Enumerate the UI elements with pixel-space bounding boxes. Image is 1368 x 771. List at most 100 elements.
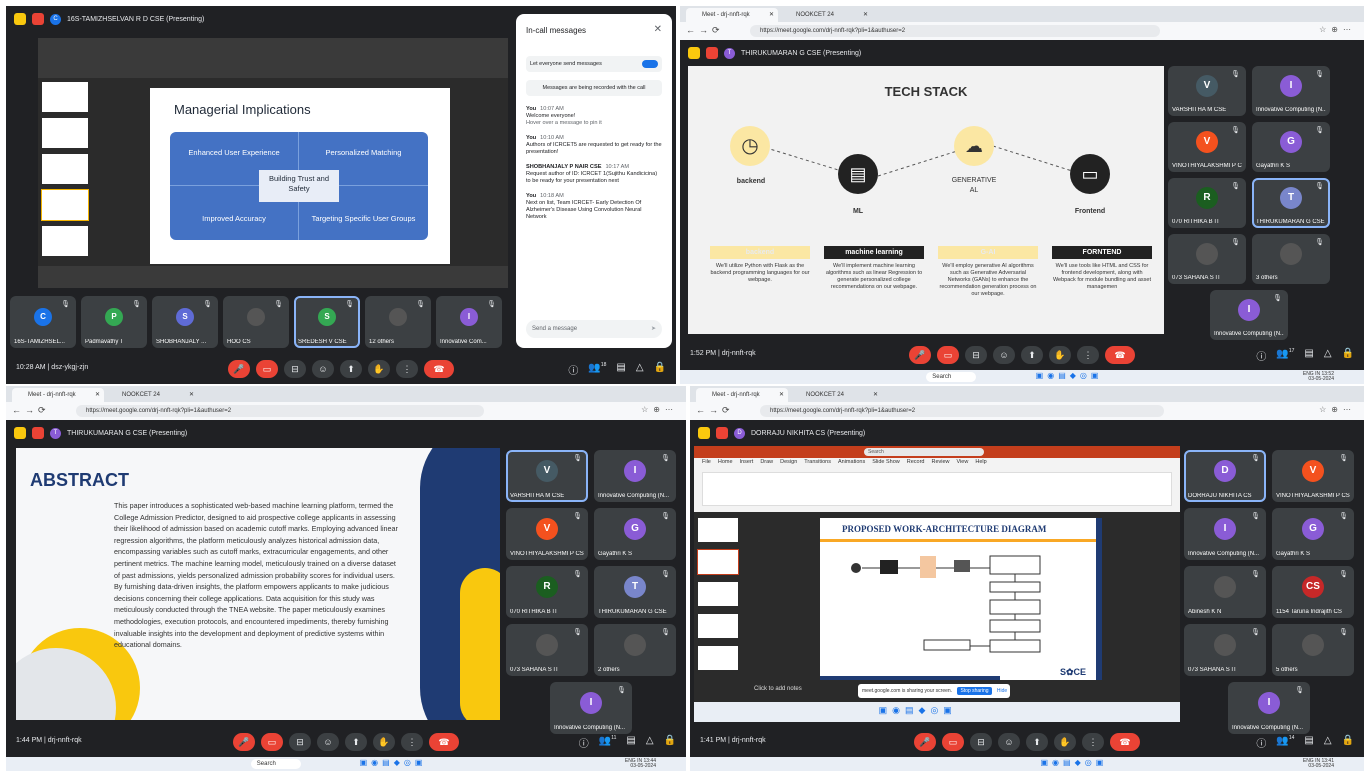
emoji-button[interactable]: ☺ (998, 733, 1020, 751)
stop-sharing-button[interactable]: Stop sharing (957, 687, 992, 695)
ppt-menu-item[interactable]: Help (975, 459, 986, 465)
nav-buttons[interactable]: ←→⟳ (686, 25, 724, 36)
ppt-menu-item[interactable]: Insert (740, 459, 754, 465)
participant-tile[interactable]: 3 others 🎙 (1252, 234, 1330, 284)
mic-button[interactable]: 🎤 (228, 360, 250, 378)
close-tab-icon[interactable]: ✕ (769, 8, 774, 22)
send-icon[interactable]: ➤ (651, 320, 656, 338)
record-icon[interactable] (32, 427, 44, 439)
activities-icon[interactable]: △ (1324, 735, 1332, 750)
hand-icon[interactable] (14, 13, 26, 25)
ppt-menu-item[interactable]: Draw (760, 459, 773, 465)
participant-tile[interactable]: T THIRUKUMARAN G CSE 🎙 (1252, 178, 1330, 228)
close-icon[interactable]: ✕ (654, 24, 662, 35)
mic-button[interactable]: 🎤 (909, 346, 931, 364)
info-icon[interactable]: ⓘ (1256, 348, 1266, 363)
browser-tab[interactable]: Meet - drj-nnft-rqk ✕ (696, 388, 788, 402)
taskbar-app-icons[interactable]: ▣◉▤◆◎▣ (1036, 371, 1103, 380)
hand-icon[interactable] (698, 427, 710, 439)
ppt-menu-item[interactable]: Animations (838, 459, 865, 465)
taskbar-app-icons[interactable]: ▣◉▤◆◎▣ (879, 705, 957, 716)
close-tab-icon[interactable]: ✕ (863, 8, 868, 22)
raise-hand-button[interactable]: ✋ (373, 733, 395, 751)
close-tab-icon[interactable]: ✕ (873, 388, 878, 402)
present-button[interactable]: ⬆ (1026, 733, 1048, 751)
taskbar-app-icons[interactable]: ▣◉▤◆◎▣ (1040, 758, 1107, 767)
camera-button[interactable]: ▭ (937, 346, 959, 364)
camera-button[interactable]: ▭ (261, 733, 283, 751)
participant-tile[interactable]: I Innovative Computing (N... 🎙 (1210, 290, 1288, 340)
activities-icon[interactable]: △ (636, 362, 644, 377)
raise-hand-button[interactable]: ✋ (1049, 346, 1071, 364)
lock-icon[interactable]: 🔒 (1342, 348, 1354, 363)
raise-hand-button[interactable]: ✋ (1054, 733, 1076, 751)
address-bar[interactable]: https://meet.google.com/drj-nnft-rqk?pli… (750, 25, 1161, 37)
participant-tile[interactable]: G Gayathri K S 🎙 (594, 508, 676, 560)
taskbar-search[interactable]: Search (926, 372, 977, 382)
info-icon[interactable]: ⓘ (568, 362, 578, 377)
taskbar-clock[interactable]: ENG IN 13:44 03-05-2024 (625, 759, 656, 769)
toggle-switch[interactable] (642, 60, 658, 68)
address-bar[interactable]: https://meet.google.com/drj-nnft-rqk?pli… (760, 405, 1165, 417)
nav-buttons[interactable]: ←→⟳ (12, 405, 50, 416)
browser-tab[interactable]: Meet - drj-nnft-rqk ✕ (12, 388, 104, 402)
hand-icon[interactable] (688, 47, 700, 59)
participant-tile[interactable]: 5 others 🎙 (1272, 624, 1354, 676)
hide-button[interactable]: Hide (997, 688, 1007, 694)
address-bar[interactable]: https://meet.google.com/drj-nnft-rqk?pli… (76, 405, 484, 417)
participant-tile[interactable]: I Innovative Computing (N... 🎙 (1184, 508, 1266, 560)
leave-call-button[interactable]: ☎ (1110, 733, 1140, 751)
chat-icon[interactable]: ▤ (1304, 735, 1313, 750)
taskbar-clock[interactable]: ENG IN 13:41 03-05-2024 (1303, 759, 1334, 769)
participant-tile[interactable]: G Gayathri K S 🎙 (1252, 122, 1330, 172)
ppt-menu-item[interactable]: View (957, 459, 969, 465)
close-tab-icon[interactable]: ✕ (779, 388, 784, 402)
participant-tile[interactable]: V VINOTHIYALAKSHMI P CSE 🎙 (1168, 122, 1246, 172)
participant-tile[interactable]: G Gayathri K S 🎙 (1272, 508, 1354, 560)
participant-tile[interactable]: C 16S-TAMIZHSEL... 🎙 (10, 296, 76, 348)
present-button[interactable]: ⬆ (1021, 346, 1043, 364)
close-tab-icon[interactable]: ✕ (189, 388, 194, 402)
close-tab-icon[interactable]: ✕ (95, 388, 100, 402)
ppt-menu-item[interactable]: Design (780, 459, 797, 465)
participant-tile[interactable]: Abinesh K N 🎙 (1184, 566, 1266, 618)
notes-placeholder[interactable]: Click to add notes (754, 686, 802, 692)
browser-tab[interactable]: Meet - drj-nnft-rqk ✕ (686, 8, 778, 22)
participant-tile[interactable]: 073 SAHANA S IT 🎙 (506, 624, 588, 676)
browser-tab[interactable]: NOOKCET 24 ✕ (106, 388, 198, 402)
taskbar-search[interactable]: Search (250, 759, 301, 769)
people-icon[interactable]: 👥14 (1276, 735, 1294, 750)
ppt-menu-item[interactable]: File (702, 459, 711, 465)
taskbar-clock[interactable]: ENG IN 13:52 03-05-2024 (1303, 372, 1334, 382)
lock-icon[interactable]: 🔒 (654, 362, 666, 377)
record-icon[interactable] (706, 47, 718, 59)
participant-tile[interactable]: I Innovative Computing (N... 🎙 (594, 450, 676, 502)
more-options-button[interactable]: ⋮ (396, 360, 418, 378)
hand-icon[interactable] (14, 427, 26, 439)
slide-thumbnails[interactable] (41, 82, 89, 272)
mic-button[interactable]: 🎤 (233, 733, 255, 751)
captions-button[interactable]: ⊟ (284, 360, 306, 378)
info-icon[interactable]: ⓘ (579, 735, 589, 750)
people-icon[interactable]: 👥18 (588, 362, 606, 377)
participant-tile[interactable]: I Innovative Computing (N... 🎙 (1252, 66, 1330, 116)
participant-tile[interactable]: D DORRAJU NIKHITA CS 🎙 (1184, 450, 1266, 502)
nav-buttons[interactable]: ←→⟳ (696, 405, 734, 416)
browser-tab[interactable]: NOOKCET 24 ✕ (790, 388, 882, 402)
participant-tile[interactable]: V VARSHITHA M CSE 🎙 (506, 450, 588, 502)
raise-hand-button[interactable]: ✋ (368, 360, 390, 378)
more-options-button[interactable]: ⋮ (1077, 346, 1099, 364)
participant-tile[interactable]: I Innovative Com... 🎙 (436, 296, 502, 348)
captions-button[interactable]: ⊟ (289, 733, 311, 751)
captions-button[interactable]: ⊟ (970, 733, 992, 751)
participant-tile[interactable]: V VINOTHIYALAKSHMI P CSE 🎙 (1272, 450, 1354, 502)
emoji-button[interactable]: ☺ (993, 346, 1015, 364)
people-icon[interactable]: 👥17 (1276, 348, 1294, 363)
extension-icons[interactable]: ☆⊕⋯ (641, 405, 678, 414)
emoji-button[interactable]: ☺ (317, 733, 339, 751)
captions-button[interactable]: ⊟ (965, 346, 987, 364)
taskbar-app-icons[interactable]: ▣◉▤◆◎▣ (360, 758, 427, 767)
participant-tile[interactable]: 12 others 🎙 (365, 296, 431, 348)
chat-icon[interactable]: ▤ (616, 362, 625, 377)
participant-tile[interactable]: R 070 RITHIKA B IT 🎙 (1168, 178, 1246, 228)
